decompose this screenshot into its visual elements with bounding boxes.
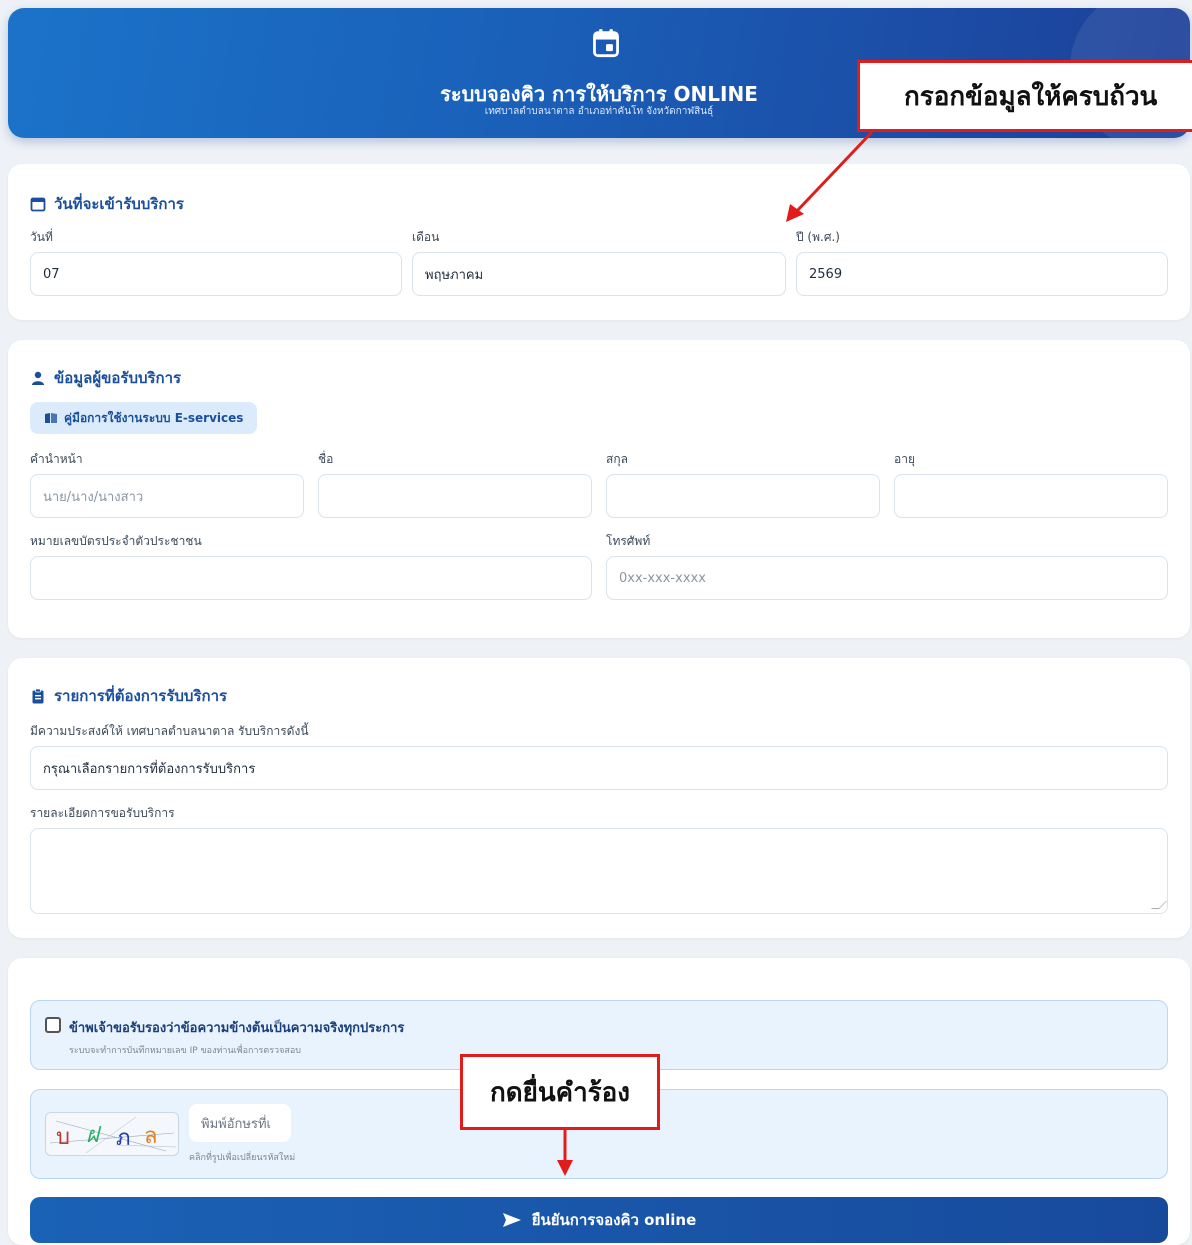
fill-all-callout: กรอกข้อมูลให้ครบถ้วน [857, 60, 1192, 132]
submit-callout: กดยื่นคำร้อง [460, 1054, 660, 1130]
